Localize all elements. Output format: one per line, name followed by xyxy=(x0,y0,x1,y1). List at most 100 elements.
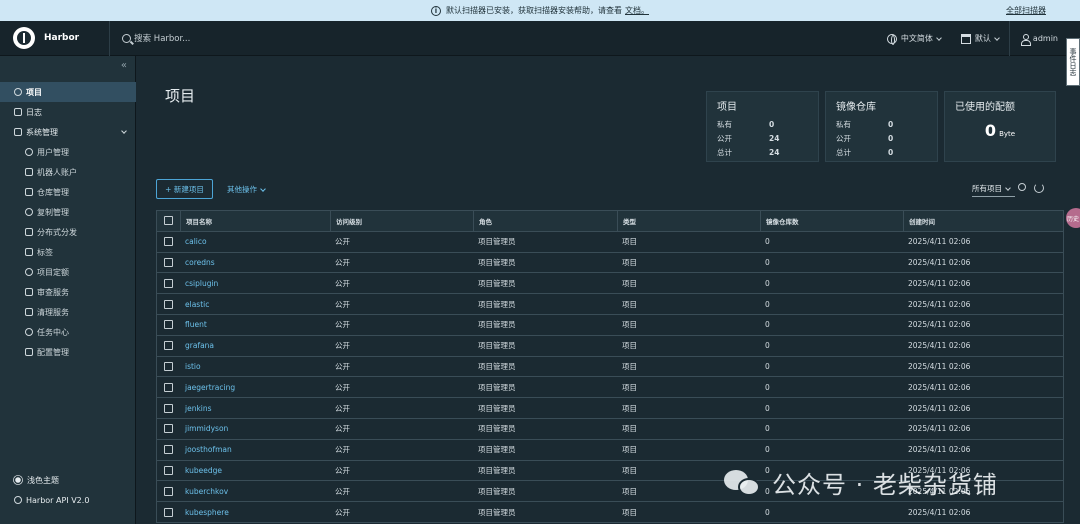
banner-message: 默认扫描器已安装，获取扫描器安装帮助，请查看 xyxy=(446,6,622,15)
sidebar-item[interactable]: 标签 xyxy=(0,242,136,262)
project-name-link[interactable]: fluent xyxy=(180,320,330,329)
access-level-cell: 公开 xyxy=(335,507,350,517)
sidebar-item[interactable]: 项目定额 xyxy=(0,262,136,282)
sidebar-item-label: 任务中心 xyxy=(37,327,69,337)
table-row[interactable]: calico 公开 项目管理员 项目 0 2025/4/11 02:06 xyxy=(157,232,1063,253)
type-cell: 项目 xyxy=(622,257,637,267)
language-selector[interactable]: 中文简体 xyxy=(877,21,951,56)
wechat-icon xyxy=(724,468,762,498)
table-row[interactable]: csiplugin 公开 项目管理员 项目 0 2025/4/11 02:06 xyxy=(157,273,1063,295)
created-time-cell: 2025/4/11 02:06 xyxy=(908,382,971,392)
table-row[interactable]: fluent 公开 项目管理员 项目 0 2025/4/11 02:06 xyxy=(157,315,1063,336)
row-checkbox[interactable] xyxy=(164,445,173,455)
table-row[interactable]: joosthofman 公开 项目管理员 项目 0 2025/4/11 02:06 xyxy=(157,440,1063,461)
projects-summary-card: 项目 私有 0 公开 24 总计 24 xyxy=(706,91,819,162)
logs-icon xyxy=(14,108,22,116)
sidebar-item[interactable]: 日志 xyxy=(0,102,136,122)
project-name-link[interactable]: kubeedge xyxy=(180,466,330,475)
history-float-button[interactable]: 历史 xyxy=(1066,208,1080,228)
row-checkbox[interactable] xyxy=(164,257,173,267)
table-row[interactable]: coredns 公开 项目管理员 项目 0 2025/4/11 02:06 xyxy=(157,253,1063,274)
api-label: Harbor API V2.0 xyxy=(26,495,90,505)
column-header-repo-count[interactable]: 镜像仓库数 xyxy=(760,211,903,231)
new-project-button[interactable]: + 新建项目 xyxy=(156,179,213,199)
table-row[interactable]: jaegertracing 公开 项目管理员 项目 0 2025/4/11 02:06 xyxy=(157,377,1063,399)
row-checkbox[interactable] xyxy=(164,382,173,392)
row-checkbox[interactable] xyxy=(164,465,173,475)
table-row[interactable]: jenkins 公开 项目管理员 项目 0 2025/4/11 02:06 xyxy=(157,398,1063,419)
column-header-access[interactable]: 访问级别 xyxy=(330,211,473,231)
table-row[interactable]: grafana 公开 项目管理员 项目 0 2025/4/11 02:06 xyxy=(157,336,1063,357)
card-title: 镜像仓库 xyxy=(836,102,876,113)
theme-toggle[interactable]: 浅色主题 xyxy=(14,470,89,490)
project-name-link[interactable]: elastic xyxy=(180,300,330,309)
project-name-link[interactable]: calico xyxy=(180,237,330,246)
sidebar-item-label: 仓库管理 xyxy=(37,187,69,197)
calendar-icon xyxy=(960,33,971,44)
access-level-cell: 公开 xyxy=(335,465,350,475)
project-name-link[interactable]: kuberchkov xyxy=(180,487,330,496)
search-icon xyxy=(122,33,132,43)
row-checkbox[interactable] xyxy=(164,299,173,309)
project-name-link[interactable]: joosthofman xyxy=(180,445,330,454)
banner-docs-link[interactable]: 文档。 xyxy=(625,5,649,16)
column-header-type[interactable]: 类型 xyxy=(617,211,760,231)
search-input[interactable]: 搜索 Harbor... xyxy=(134,32,190,44)
search-icon[interactable] xyxy=(1018,183,1026,191)
project-name-link[interactable]: jaegertracing xyxy=(180,383,330,392)
repo-count-cell: 0 xyxy=(765,237,770,247)
row-checkbox[interactable] xyxy=(164,237,173,247)
collapse-sidebar-icon[interactable]: « xyxy=(121,60,127,71)
banner-scanners-link[interactable]: 全部扫描器 xyxy=(1006,5,1046,16)
event-log-tab[interactable]: 事件日志 xyxy=(1066,38,1080,86)
select-all-checkbox[interactable] xyxy=(164,216,173,226)
global-search[interactable]: 搜索 Harbor... xyxy=(122,32,190,44)
row-checkbox[interactable] xyxy=(164,403,173,413)
refresh-icon[interactable] xyxy=(1034,183,1044,193)
table-row[interactable]: elastic 公开 项目管理员 项目 0 2025/4/11 02:06 xyxy=(157,294,1063,315)
chevron-down-icon[interactable] xyxy=(121,128,127,134)
project-name-link[interactable]: kubesphere xyxy=(180,508,330,517)
sidebar-item[interactable]: 配置管理 xyxy=(0,342,136,362)
column-header-role[interactable]: 角色 xyxy=(473,211,617,231)
app-title[interactable]: Harbor xyxy=(44,33,79,43)
row-checkbox[interactable] xyxy=(164,361,173,371)
date-format-selector[interactable]: 默认 xyxy=(951,21,1009,56)
project-name-link[interactable]: istio xyxy=(180,362,330,371)
table-row[interactable]: kubesphere 公开 项目管理员 项目 0 2025/4/11 02:06 xyxy=(157,502,1063,523)
sidebar-item[interactable]: 任务中心 xyxy=(0,322,136,342)
sidebar-item-label: 机器人账户 xyxy=(37,167,77,177)
sidebar-item[interactable]: 用户管理 xyxy=(0,142,136,162)
column-header-name[interactable]: 项目名称 xyxy=(180,211,330,231)
sidebar-item[interactable]: 系统管理 xyxy=(0,122,136,142)
project-filter-select[interactable]: 所有项目 xyxy=(972,183,1011,194)
repo-count-cell: 0 xyxy=(765,341,770,351)
sidebar-item[interactable]: 清理服务 xyxy=(0,302,136,322)
table-row[interactable]: jimmidyson 公开 项目管理员 项目 0 2025/4/11 02:06 xyxy=(157,419,1063,440)
quota-icon xyxy=(25,268,33,276)
row-checkbox[interactable] xyxy=(164,507,173,517)
row-checkbox[interactable] xyxy=(164,424,173,434)
row-checkbox[interactable] xyxy=(164,320,173,330)
sidebar-item[interactable]: 项目 xyxy=(0,82,136,102)
project-name-link[interactable]: csiplugin xyxy=(180,279,330,288)
row-checkbox[interactable] xyxy=(164,341,173,351)
sidebar-item[interactable]: 机器人账户 xyxy=(0,162,136,182)
sidebar-item[interactable]: 审查服务 xyxy=(0,282,136,302)
column-header-created[interactable]: 创建时间 xyxy=(903,211,1063,231)
harbor-logo-icon[interactable] xyxy=(13,27,35,49)
sidebar-item[interactable]: 复制管理 xyxy=(0,202,136,222)
access-level-cell: 公开 xyxy=(335,278,350,288)
harbor-api-link[interactable]: Harbor API V2.0 xyxy=(14,490,89,510)
project-name-link[interactable]: grafana xyxy=(180,341,330,350)
table-row[interactable]: istio 公开 项目管理员 项目 0 2025/4/11 02:06 xyxy=(157,357,1063,378)
project-name-link[interactable]: coredns xyxy=(180,258,330,267)
project-name-link[interactable]: jimmidyson xyxy=(180,424,330,433)
scanner-banner: i 默认扫描器已安装，获取扫描器安装帮助，请查看 文档。 全部扫描器 xyxy=(0,0,1080,21)
sidebar-item[interactable]: 仓库管理 xyxy=(0,182,136,202)
project-name-link[interactable]: jenkins xyxy=(180,404,330,413)
sidebar-item[interactable]: 分布式分发 xyxy=(0,222,136,242)
other-actions-dropdown[interactable]: 其他操作 xyxy=(227,184,266,195)
row-checkbox[interactable] xyxy=(164,486,173,496)
row-checkbox[interactable] xyxy=(164,278,173,288)
